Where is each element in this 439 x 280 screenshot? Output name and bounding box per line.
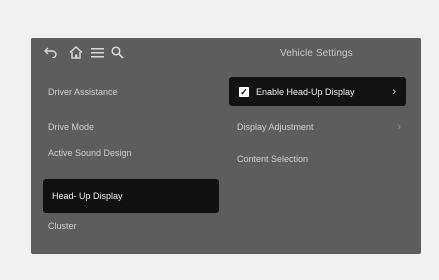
search-icon[interactable] — [109, 44, 125, 60]
chevron-right-icon: › — [397, 121, 401, 133]
menu-item-driver-assistance[interactable]: Driver Assistance — [31, 82, 221, 102]
menu-item-label: Active Sound Design — [48, 148, 132, 158]
menu-item-label: Driver Assistance — [48, 87, 118, 97]
menu-item-label: Drive Mode — [48, 122, 95, 132]
enable-hud-checkbox[interactable]: ✓ — [239, 86, 249, 97]
menu-item-drive-mode[interactable]: Drive Mode — [31, 117, 221, 137]
enable-hud-label: Enable Head-Up Display — [256, 86, 355, 97]
display-adjustment-label: Display Adjustment — [237, 122, 314, 132]
menu-item-cluster[interactable]: Cluster — [31, 216, 221, 236]
menu-item-label: Cluster — [48, 221, 77, 231]
back-icon[interactable] — [43, 44, 59, 60]
infotainment-screen: Vehicle Settings Driver Assistance Drive… — [31, 38, 421, 254]
screen-title: Vehicle Settings — [280, 48, 353, 59]
home-icon[interactable] — [68, 44, 84, 60]
top-bar: Vehicle Settings — [31, 38, 421, 68]
checkmark-icon: ✓ — [240, 86, 248, 97]
enable-head-up-display-row[interactable]: ✓ Enable Head-Up Display › — [229, 77, 406, 106]
display-adjustment-row[interactable]: Display Adjustment › — [227, 117, 411, 137]
menu-icon[interactable] — [89, 44, 105, 60]
content-selection-row[interactable]: Content Selection — [227, 149, 411, 169]
menu-item-head-up-display[interactable]: Head- Up Display — [43, 179, 219, 213]
menu-item-label: Head- Up Display — [52, 191, 123, 201]
content-selection-label: Content Selection — [237, 154, 309, 164]
chevron-right-icon: › — [392, 85, 396, 98]
menu-item-active-sound-design[interactable]: Active Sound Design — [31, 143, 221, 163]
